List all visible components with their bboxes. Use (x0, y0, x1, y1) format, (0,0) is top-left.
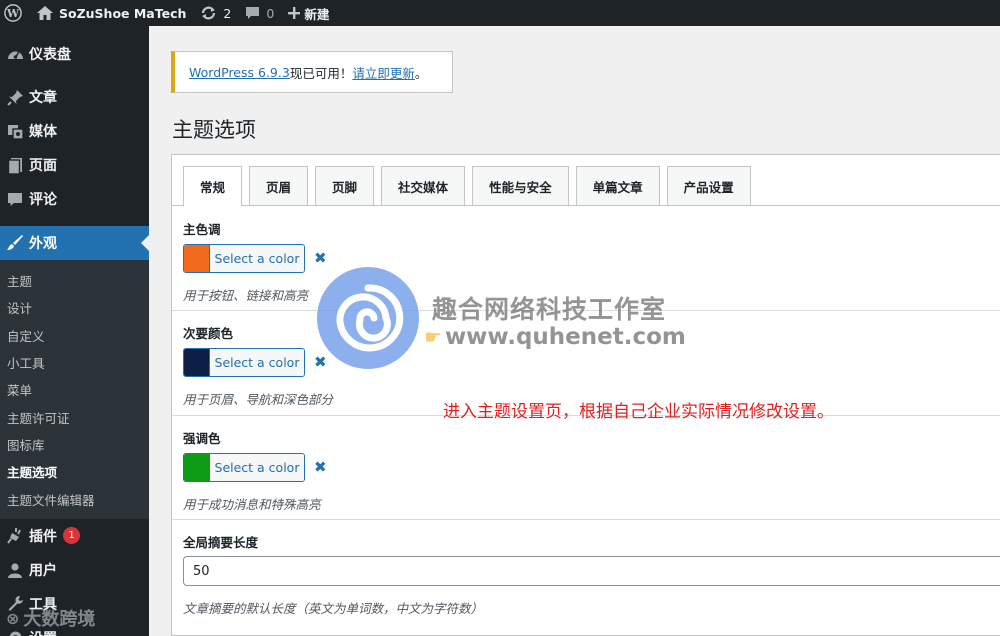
tab-header[interactable]: 页眉 (249, 166, 309, 205)
theme-options-panel: 常规 页眉 页脚 社交媒体 性能与安全 单篇文章 产品设置 主色调 Select… (171, 154, 1000, 636)
primary-color-label: 主色调 (183, 222, 221, 237)
updates-link[interactable]: 2 (193, 0, 238, 26)
home-icon (37, 6, 53, 20)
update-notice: WordPress 6.9.3 现已可用！ 请立即更新。 (171, 51, 453, 93)
plus-icon (288, 7, 301, 19)
submenu-theme-license[interactable]: 主题许可证 (0, 403, 149, 430)
tab-single-post[interactable]: 单篇文章 (575, 166, 660, 205)
tab-general[interactable]: 常规 (183, 166, 243, 206)
appearance-submenu: 主题 设计 自定义 小工具 菜单 主题许可证 图标库 主题选项 主题文件编辑器 (0, 260, 149, 519)
annotation-note: 进入主题设置页，根据自己企业实际情况修改设置。 (443, 402, 834, 422)
site-name: SoZuShoe MaTech (59, 5, 187, 21)
clear-color-icon[interactable]: ✖ (314, 458, 327, 476)
secondary-color-picker[interactable]: Select a color (183, 347, 305, 377)
dashboard-icon (4, 44, 26, 64)
notice-end: 。 (414, 65, 428, 81)
submenu-customize[interactable]: 自定义 (0, 322, 149, 349)
tab-performance-security[interactable]: 性能与安全 (472, 166, 569, 205)
updates-count: 2 (223, 5, 232, 21)
select-color-text: Select a color (210, 244, 304, 272)
tab-footer[interactable]: 页脚 (315, 166, 375, 205)
accent-color-help: 用于成功消息和特殊高亮 (183, 497, 321, 512)
plugin-icon (4, 526, 26, 546)
field-divider (172, 519, 1000, 520)
brush-icon (4, 233, 26, 253)
quhenet-logo-icon (317, 267, 419, 369)
watermark-url-text: www.quhenet.com (444, 324, 686, 350)
new-content-link[interactable]: 新建 (281, 0, 336, 26)
excerpt-length-help: 文章摘要的默认长度（英文为单词数，中文为字符数） (183, 601, 484, 616)
new-label: 新建 (304, 6, 330, 22)
pointing-hand-icon: ☛ (424, 325, 442, 349)
page-title: 主题选项 (172, 118, 256, 142)
submenu-menus[interactable]: 菜单 (0, 376, 149, 403)
notice-text: 现已可用！ (289, 65, 353, 81)
corner-watermark: ⊗ 大数跨境 (6, 605, 95, 631)
watermark-url: ☛ www.quhenet.com (424, 324, 686, 350)
field-excerpt-length: 全局摘要长度 50 文章摘要的默认长度（英文为单词数，中文为字符数） (183, 532, 1000, 617)
primary-color-swatch (184, 244, 210, 272)
menu-media[interactable]: 媒体 (0, 114, 149, 148)
primary-color-picker[interactable]: Select a color (183, 243, 305, 273)
watermark-title: 趣合网络科技工作室 (432, 295, 667, 324)
submenu-theme-file-editor[interactable]: 主题文件编辑器 (0, 485, 149, 512)
site-name-link[interactable]: SoZuShoe MaTech (30, 0, 193, 26)
excerpt-length-input[interactable]: 50 (183, 556, 1000, 586)
wordpress-logo-icon[interactable]: W (0, 0, 26, 26)
submenu-themes[interactable]: 主题 (0, 267, 149, 294)
excerpt-length-label: 全局摘要长度 (183, 535, 259, 550)
secondary-color-swatch (184, 348, 210, 376)
menu-plugins[interactable]: 插件 1 (0, 519, 149, 553)
accent-color-label: 强调色 (183, 431, 221, 446)
menu-users[interactable]: 用户 (0, 553, 149, 587)
menu-appearance[interactable]: 外观 (0, 226, 149, 260)
admin-bar: W SoZuShoe MaTech 2 0 新建 (0, 0, 1000, 26)
refresh-icon (202, 6, 216, 20)
corner-watermark-text: 大数跨境 (23, 609, 96, 630)
select-color-text: Select a color (210, 453, 304, 481)
menu-comments[interactable]: 评论 (0, 182, 149, 216)
user-icon (4, 560, 26, 580)
page-icon (4, 155, 26, 175)
comments-link[interactable]: 0 (238, 0, 281, 26)
submenu-theme-options[interactable]: 主题选项 (0, 458, 149, 485)
admin-sidebar: 仪表盘 文章 媒体 页面 评论 外观 主题 设计 自定义 小工具 菜单 主题许可… (0, 26, 149, 636)
update-now-link[interactable]: 请立即更新 (352, 63, 415, 82)
select-color-text: Select a color (210, 348, 304, 376)
field-accent-color: 强调色 Select a color ✖ 用于成功消息和特殊高亮 (183, 428, 1000, 513)
clear-color-icon[interactable]: ✖ (314, 249, 327, 267)
wordpress-version-link[interactable]: WordPress 6.9.3 (189, 65, 290, 80)
pin-icon (4, 87, 26, 107)
accent-color-swatch (184, 453, 210, 481)
media-icon (4, 121, 26, 141)
comment-icon (4, 189, 26, 209)
menu-dashboard[interactable]: 仪表盘 (0, 37, 149, 71)
menu-pages[interactable]: 页面 (0, 148, 149, 182)
tab-product-settings[interactable]: 产品设置 (666, 166, 751, 205)
submenu-icon-library[interactable]: 图标库 (0, 431, 149, 458)
comments-count: 0 (266, 5, 275, 21)
tab-social-media[interactable]: 社交媒体 (381, 166, 466, 205)
svg-text:W: W (6, 7, 20, 20)
accent-color-picker[interactable]: Select a color (183, 452, 305, 482)
plugins-update-badge: 1 (63, 527, 80, 545)
submenu-widgets[interactable]: 小工具 (0, 349, 149, 376)
menu-posts[interactable]: 文章 (0, 80, 149, 114)
submenu-design[interactable]: 设计 (0, 294, 149, 321)
options-tabs: 常规 页眉 页脚 社交媒体 性能与安全 单篇文章 产品设置 (183, 166, 751, 206)
corner-logo-icon: ⊗ (6, 608, 20, 628)
comment-icon (246, 7, 260, 19)
